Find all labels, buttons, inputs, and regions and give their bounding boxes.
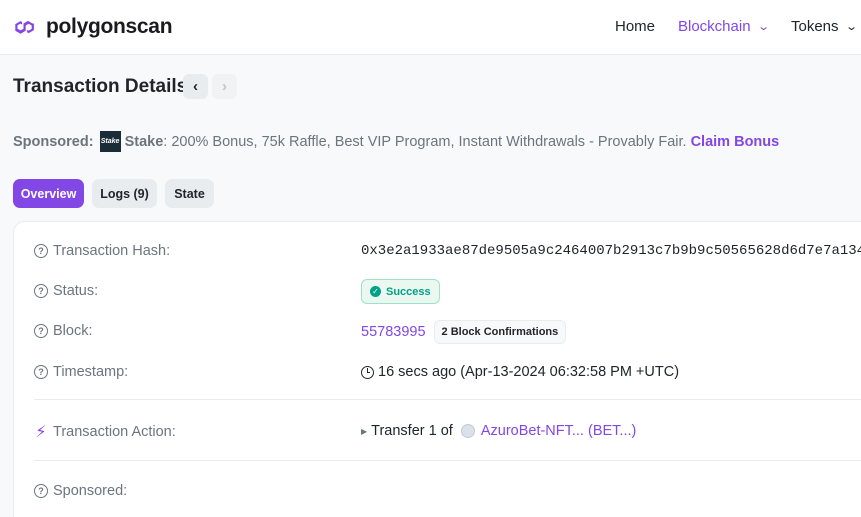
- question-circle-icon[interactable]: ?: [34, 244, 48, 258]
- chevron-down-icon: ⌄: [844, 21, 858, 33]
- block-label-text: Block:: [53, 323, 93, 339]
- tab-logs[interactable]: Logs (9): [92, 179, 157, 208]
- caret-right-icon[interactable]: ▶: [361, 427, 367, 436]
- status-label-text: Status:: [53, 283, 99, 299]
- polygon-logo-icon: [15, 20, 34, 34]
- transaction-hash-value: 0x3e2a1933ae87de9505a9c2464007b2913c7b9b…: [361, 243, 861, 259]
- transaction-hash-label: ? Transaction Hash:: [34, 243, 170, 259]
- tab-state[interactable]: State: [165, 179, 214, 208]
- sponsored-row-label: ? Sponsored:: [34, 483, 127, 499]
- lightning-bolt-icon: ⚡: [35, 424, 47, 441]
- question-circle-icon[interactable]: ?: [34, 484, 48, 498]
- sponsored-label: Sponsored:: [13, 133, 94, 150]
- top-navbar: polygonscan Home Blockchain ⌄ Tokens ⌄: [0, 0, 861, 55]
- nav-blockchain[interactable]: Blockchain ⌄: [678, 18, 770, 35]
- brand-name: polygonscan: [46, 15, 173, 38]
- timestamp-label: ? Timestamp:: [34, 364, 128, 380]
- stake-logo: Stake: [99, 131, 121, 152]
- nav-tokens[interactable]: Tokens ⌄: [791, 18, 858, 35]
- status-value: ✓ Success: [361, 279, 440, 304]
- transaction-hash: 0x3e2a1933ae87de9505a9c2464007b2913c7b9b…: [361, 243, 861, 259]
- timestamp-value: 16 secs ago (Apr-13-2024 06:32:58 PM +UT…: [361, 364, 679, 380]
- divider: [34, 399, 861, 400]
- sponsored-row-label-text: Sponsored:: [53, 483, 128, 499]
- transaction-action-label-text: Transaction Action:: [53, 424, 176, 440]
- block-confirmations-badge: 2 Block Confirmations: [433, 320, 567, 344]
- sponsored-banner: Sponsored: Stake Stake : 200% Bonus, 75k…: [13, 131, 779, 152]
- token-link[interactable]: AzuroBet-NFT... (BET...): [481, 423, 637, 439]
- block-value: 55783995 2 Block Confirmations: [361, 320, 567, 344]
- block-number-link[interactable]: 55783995: [361, 324, 426, 340]
- block-label: ? Block:: [34, 323, 93, 339]
- next-transaction-button[interactable]: ›: [212, 74, 237, 99]
- check-circle-icon: ✓: [370, 286, 381, 297]
- sponsor-name: Stake: [124, 133, 164, 150]
- timestamp-label-text: Timestamp:: [53, 364, 129, 380]
- action-prefix: Transfer 1 of: [371, 423, 453, 439]
- polygonscan-logo[interactable]: polygonscan: [12, 14, 173, 40]
- divider: [34, 460, 861, 461]
- previous-transaction-button[interactable]: ‹: [183, 74, 208, 99]
- transaction-hash-label-text: Transaction Hash:: [53, 243, 171, 259]
- tab-overview[interactable]: Overview: [13, 179, 84, 208]
- chevron-left-icon: ‹: [193, 78, 198, 95]
- status-badge-text: Success: [386, 285, 431, 298]
- token-icon: [460, 424, 475, 438]
- claim-bonus-link[interactable]: Claim Bonus: [691, 134, 780, 150]
- status-badge: ✓ Success: [361, 279, 440, 304]
- chevron-down-icon: ⌄: [756, 21, 770, 33]
- timestamp-text: 16 secs ago (Apr-13-2024 06:32:58 PM +UT…: [378, 364, 680, 380]
- nav-blockchain-label: Blockchain: [678, 18, 751, 35]
- nav-home[interactable]: Home: [615, 18, 655, 35]
- question-circle-icon[interactable]: ?: [34, 284, 48, 298]
- chevron-right-icon: ›: [222, 78, 227, 95]
- clock-icon: [361, 365, 374, 379]
- page-title: Transaction Details: [13, 76, 188, 97]
- status-label: ? Status:: [34, 283, 98, 299]
- question-circle-icon[interactable]: ?: [34, 324, 48, 338]
- transaction-action-label: ⚡ Transaction Action:: [34, 422, 176, 442]
- question-circle-icon[interactable]: ?: [34, 365, 48, 379]
- sponsor-text: : 200% Bonus, 75k Raffle, Best VIP Progr…: [163, 133, 687, 150]
- nav-tokens-label: Tokens: [791, 18, 839, 35]
- transaction-action-value: ▶ Transfer 1 of AzuroBet-NFT... (BET...): [361, 423, 636, 439]
